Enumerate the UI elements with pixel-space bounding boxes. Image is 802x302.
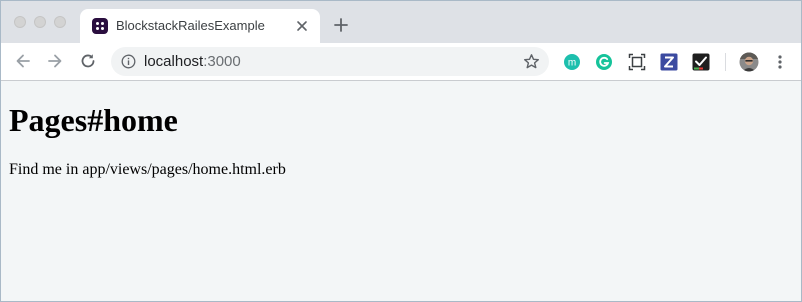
address-bar[interactable]: localhost:3000: [111, 47, 549, 76]
new-tab-icon[interactable]: [332, 16, 350, 34]
page-viewport: Pages#home Find me in app/views/pages/ho…: [1, 81, 801, 301]
toolbar-separator: [725, 53, 726, 71]
info-icon[interactable]: [121, 54, 136, 69]
profile-avatar-icon[interactable]: [739, 52, 759, 72]
url-host: localhost: [144, 53, 204, 70]
window-minimize-button[interactable]: [34, 16, 46, 28]
grammarly-extension-icon[interactable]: [595, 53, 613, 71]
todo-check-extension-icon[interactable]: [692, 53, 710, 71]
browser-tab-active[interactable]: BlockstackRailesExample: [80, 9, 320, 43]
blockstack-logo-icon: [92, 18, 108, 34]
url-port: :3000: [203, 53, 241, 70]
mention-extension-icon[interactable]: m: [563, 53, 581, 71]
page-body-text: Find me in app/views/pages/home.html.erb: [9, 161, 286, 178]
reload-icon[interactable]: [79, 52, 97, 70]
back-arrow-icon[interactable]: [14, 52, 32, 70]
url-text[interactable]: localhost:3000: [144, 53, 241, 70]
window-close-button[interactable]: [14, 16, 26, 28]
bookmark-star-icon[interactable]: [523, 53, 540, 70]
tab-close-icon[interactable]: [294, 18, 310, 34]
browser-window: BlockstackRailesExample localhost:3000 m…: [0, 0, 802, 302]
forward-arrow-icon[interactable]: [46, 52, 64, 70]
tab-strip: BlockstackRailesExample: [1, 1, 801, 43]
tab-title: BlockstackRailesExample: [116, 18, 265, 33]
svg-text:m: m: [568, 58, 576, 69]
chrome-menu-icon[interactable]: [771, 53, 789, 71]
window-zoom-button[interactable]: [54, 16, 66, 28]
browser-toolbar: localhost:3000 m: [1, 43, 801, 81]
screenshot-extension-icon[interactable]: [628, 53, 646, 71]
page-heading: Pages#home: [9, 102, 178, 138]
zotero-extension-icon[interactable]: [660, 53, 678, 71]
